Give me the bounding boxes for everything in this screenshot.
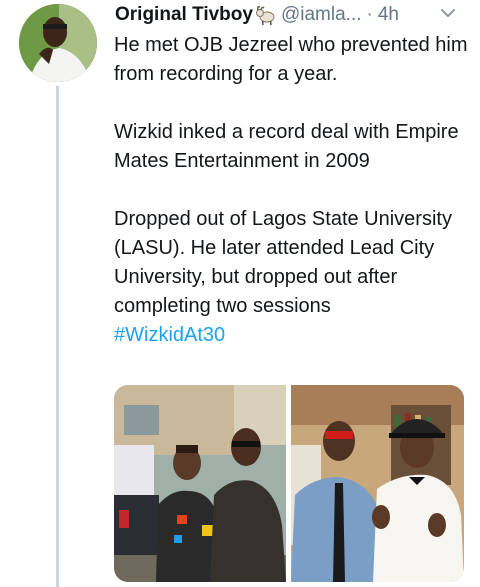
tweet-paragraph: Dropped out of Lagos State University (L…	[114, 208, 452, 317]
tweet-header: Original Tivboy @iamla... · 4h	[115, 2, 465, 28]
photo-wizkid-with-friend-outdoors[interactable]	[114, 385, 286, 582]
avatar-photo	[19, 4, 97, 82]
header-separator: ·	[366, 4, 373, 25]
photo-wizkid-with-man-in-hat[interactable]	[291, 385, 464, 582]
tweet-text: He met OJB Jezreel who prevented him fro…	[114, 31, 474, 350]
display-name[interactable]: Original Tivboy	[115, 4, 253, 26]
user-avatar[interactable]	[19, 4, 97, 82]
hashtag-link[interactable]: #WizkidAt30	[114, 324, 225, 346]
chevron-down-icon[interactable]	[441, 6, 455, 20]
goat-emoji-icon	[255, 4, 277, 26]
tweet-media-grid	[114, 385, 464, 582]
tweet-paragraph: He met OJB Jezreel who prevented him fro…	[114, 34, 468, 85]
thread-connector-line	[56, 86, 59, 587]
tweet-paragraph: Wizkid inked a record deal with Empire M…	[114, 121, 459, 172]
tweet-timestamp[interactable]: 4h	[378, 4, 399, 26]
user-handle[interactable]: @iamla...	[281, 4, 362, 26]
